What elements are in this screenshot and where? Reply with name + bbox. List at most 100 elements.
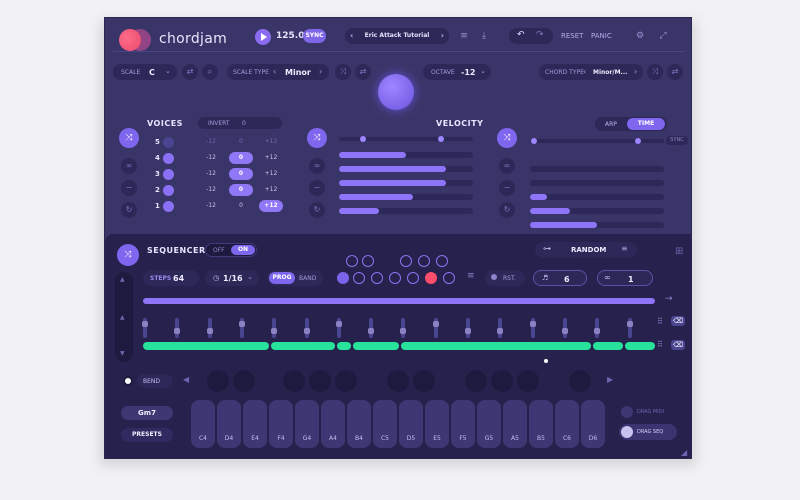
chord-trigger-orb[interactable] [378,74,414,110]
bend-label-pill[interactable]: BEND [137,374,173,388]
pattern-circle[interactable] [346,255,358,267]
voices-link-icon[interactable]: ∞ [121,158,137,174]
scale-type-selector[interactable]: SCALE TYPE ‹ Minor › [227,64,329,80]
redo-icon[interactable]: ↷ [536,30,544,40]
arrow-right-icon[interactable]: ▶ [607,375,613,384]
step-tick-knob[interactable] [206,328,213,334]
voice-shift-down[interactable]: -12 [199,152,223,164]
chord-type-selector[interactable]: CHORD TYPE ‹ Minor/M... › [539,64,643,80]
velocity-range-min-knob[interactable] [360,136,366,142]
voice-shift-up[interactable]: +12 [259,152,283,164]
voice-toggle[interactable] [163,201,174,212]
arp-minus-icon[interactable]: − [499,180,515,196]
scale-swap-icon[interactable]: ⇄ [355,64,371,80]
arrow-up-icon[interactable]: ▲ [120,276,125,283]
time-track[interactable] [530,166,664,172]
prog-band-toggle[interactable]: PROG BAND [267,270,323,286]
piano-key[interactable]: B4 [347,400,371,448]
resize-grip-icon[interactable]: ◢ [681,448,687,457]
time-range-max-knob[interactable] [635,138,641,144]
voices-reset-icon[interactable]: ↻ [121,202,137,218]
download-icon[interactable]: ⤓ [478,30,490,42]
step-circle[interactable] [337,272,349,284]
next-scale-icon[interactable]: › [319,67,322,76]
step-tick-knob[interactable] [432,321,439,327]
delete-icon[interactable]: ⌫ [671,340,685,350]
drag-seq-button[interactable]: DRAG SEQ [619,424,677,440]
note-segment[interactable] [337,342,351,350]
voice-shift-none[interactable]: 0 [229,136,253,148]
panic-button[interactable]: PANIC [591,32,612,40]
piano-key[interactable]: A4 [321,400,345,448]
side-scroll-strip[interactable]: ▲ ▲ ▼ [115,272,133,362]
undo-icon[interactable]: ↶ [517,30,525,40]
pad-circle[interactable] [233,370,255,392]
arrow-down-icon[interactable]: ▼ [120,350,125,357]
step-tick-knob[interactable] [142,321,148,327]
delete-icon[interactable]: ⌫ [671,316,685,326]
note-segment[interactable] [271,342,335,350]
mode-selector[interactable]: ⊶ RANDOM ≡ [535,242,637,258]
gear-icon[interactable]: ⚙ [634,30,646,42]
prev-scale-icon[interactable]: ‹ [273,67,276,76]
step-circle[interactable] [389,272,401,284]
voice-shift-none[interactable]: 0 [229,168,253,180]
expand-icon[interactable]: ⤢ [657,30,669,42]
pad-circle[interactable] [309,370,331,392]
drag-handle-icon[interactable]: ⠿ [657,317,663,326]
step-tick-knob[interactable] [368,328,375,334]
voices-minus-icon[interactable]: − [121,180,137,196]
pad-circle[interactable] [465,370,487,392]
note-segment[interactable] [625,342,655,350]
piano-key[interactable]: C5 [373,400,397,448]
sync-button[interactable]: SYNC [303,29,326,43]
list-icon[interactable]: ≡ [467,271,475,281]
quantize-selector[interactable]: ◷ 1/16 ⌄ [205,270,259,286]
step-tick-knob[interactable] [271,328,278,334]
piano-key[interactable]: C4 [191,400,215,448]
step-tick-knob[interactable] [497,328,504,334]
time-track[interactable] [530,180,664,186]
piano-key[interactable]: E4 [243,400,267,448]
piano-key[interactable]: G4 [295,400,319,448]
piano-key[interactable]: D4 [217,400,241,448]
arp-tab[interactable]: ARP [605,121,617,128]
time-sync-button[interactable]: SYNC [666,136,688,145]
voice-shift-none[interactable]: 0 [229,200,253,212]
drag-handle-icon[interactable]: ⠿ [657,340,663,349]
time-tab[interactable]: TIME [627,118,665,130]
voice-shift-none[interactable]: 0 [229,152,253,164]
arrow-right-icon[interactable]: → [665,294,673,304]
pattern-circle[interactable] [400,255,412,267]
reset-button[interactable]: RESET [561,32,583,40]
voices-randomize-icon[interactable]: ⤨ [119,128,139,148]
pad-circle[interactable] [569,370,591,392]
rate-control[interactable]: ♬ 6 [533,270,587,286]
time-track[interactable] [530,194,664,200]
chord-swap-icon[interactable]: ⇄ [667,64,683,80]
drag-midi-icon[interactable] [621,406,633,418]
loop-control[interactable]: ∞ 1 [597,270,653,286]
voice-shift-up[interactable]: +12 [259,168,283,180]
step-tick-knob[interactable] [626,321,633,327]
voice-shift-down[interactable]: -12 [199,184,223,196]
steps-control[interactable]: STEPS 64 [143,270,199,286]
piano-key[interactable]: D6 [581,400,605,448]
search-icon[interactable]: ⌕ [202,64,218,80]
note-segment[interactable] [593,342,623,350]
sequencer-randomize-icon[interactable]: ⤨ [117,244,139,266]
step-tick-knob[interactable] [174,328,181,334]
step-circle[interactable] [425,272,437,284]
next-chord-icon[interactable]: › [634,67,637,76]
shuffle-chord-icon[interactable]: ⤨ [647,64,663,80]
step-tick-knob[interactable] [335,321,342,327]
voice-toggle[interactable] [163,137,174,148]
piano-key[interactable]: A5 [503,400,527,448]
arrow-up-icon[interactable]: ▲ [120,314,125,321]
step-tick-knob[interactable] [594,328,601,334]
shuffle-scale-icon[interactable]: ⤨ [335,64,351,80]
bend-toggle[interactable] [123,376,133,386]
arrow-left-icon[interactable]: ◀ [183,375,189,384]
note-segment[interactable] [143,342,269,350]
pad-circle[interactable] [491,370,513,392]
